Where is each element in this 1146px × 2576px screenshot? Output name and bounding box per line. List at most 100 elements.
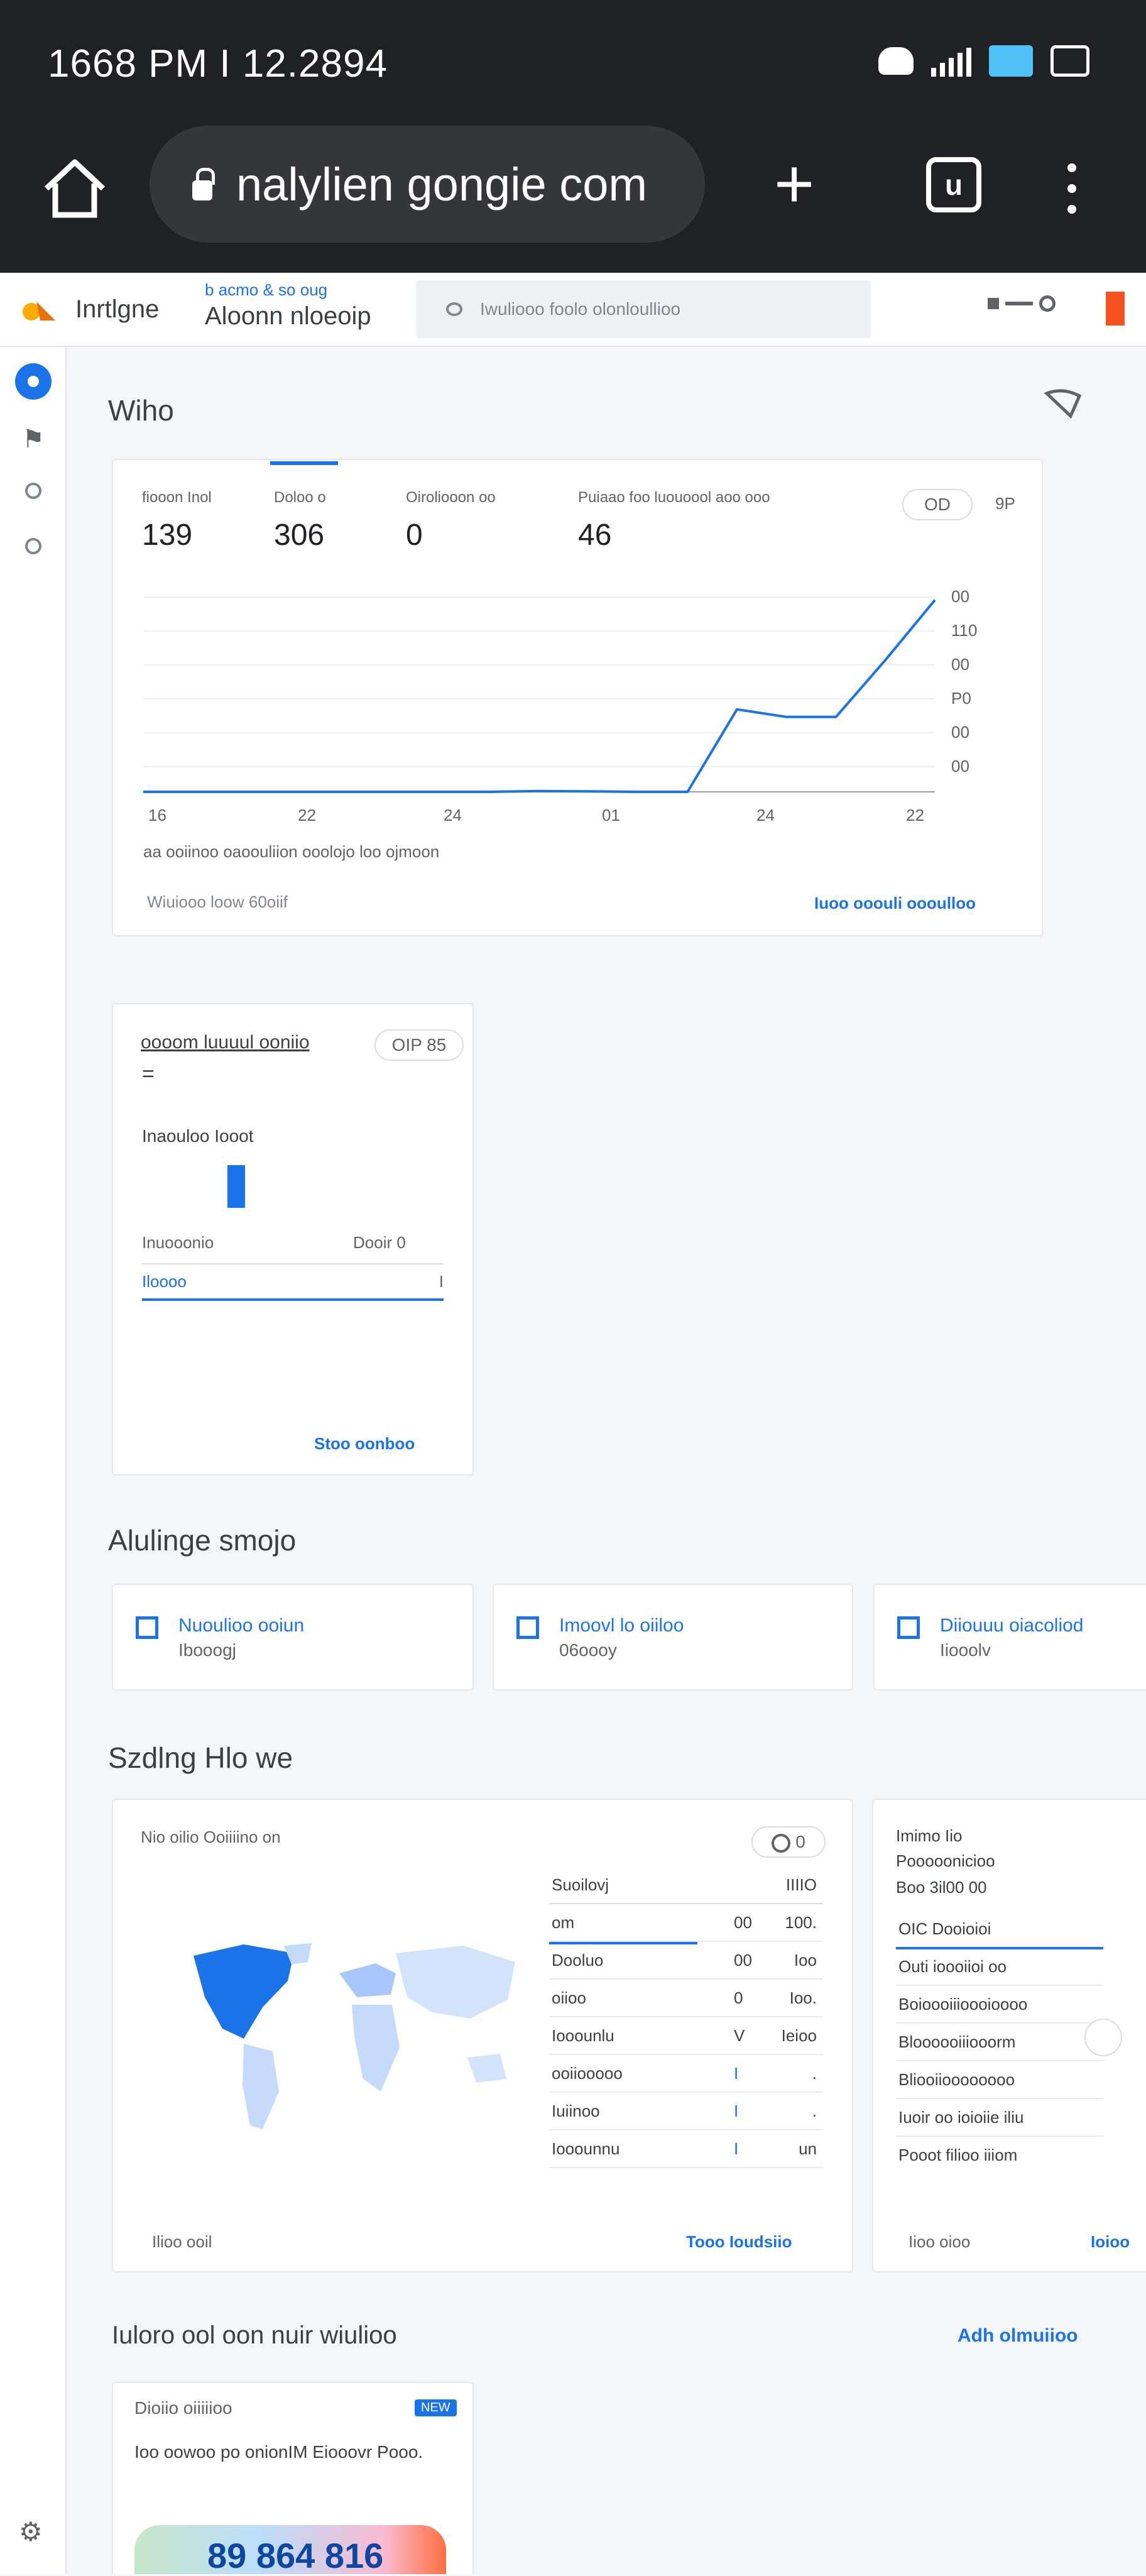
quick-access-card-2[interactable]: Imoovl lo oiiloo 06oooy (493, 1584, 853, 1691)
realtime-row-left: Inuooonio (142, 1233, 214, 1252)
side-row[interactable]: Boioooiiioooioooo (896, 1986, 1103, 2024)
realtime-title: oooom luuuul ooniio (141, 1032, 310, 1053)
view-all-insights-link[interactable]: Adh olmuiioo (958, 2325, 1078, 2347)
users-view-link[interactable]: Tooo Ioudsiio (686, 2232, 792, 2252)
chart-caption: aa ooiinoo oaoouliion ooolojo loo ojmoon (143, 842, 440, 861)
nav-advertising[interactable] (15, 528, 52, 564)
realtime-pill[interactable]: OIP 85 (374, 1029, 464, 1061)
left-nav-rail: ⚑ ⚙ (0, 347, 67, 2574)
quick-access-title: Alulinge smojo (108, 1524, 297, 1557)
header-actions[interactable] (988, 295, 1056, 312)
realtime-row-right: Dooir 0 (353, 1233, 406, 1252)
nav-explore[interactable] (15, 473, 52, 509)
carousel-next-button[interactable] (1084, 2019, 1122, 2056)
quick-access-title-3: Diiouuu oiacoliod (940, 1615, 1084, 1636)
new-badge: NEW (415, 2399, 457, 2416)
table-row[interactable]: om 00 100. (549, 1904, 823, 1942)
metric-2[interactable]: Doloo o 306 (274, 489, 326, 552)
home-icon (44, 159, 106, 218)
plus-icon: + (774, 145, 815, 222)
nav-reports[interactable]: ⚑ (15, 421, 52, 458)
side-row[interactable]: Outi ioooiioi oo (896, 1948, 1103, 1986)
metric-label: Puiaao foo luouoool aoo ooo (578, 489, 770, 506)
side-footer-left[interactable]: Iioo oioo (909, 2232, 970, 2252)
metric-3[interactable]: Oiroliooon oo 0 (406, 489, 496, 552)
account-avatar[interactable] (1106, 292, 1125, 326)
notification-icon (878, 47, 914, 75)
x-tick: 01 (602, 806, 620, 825)
x-tick: 24 (756, 806, 775, 825)
quick-access-subtitle-1: Ibooogj (178, 1640, 236, 1660)
metric-label: fiooon Inol (142, 489, 212, 506)
realtime-link[interactable]: Stoo oonboo (314, 1434, 415, 1454)
metric-value: 0 (406, 518, 423, 552)
report-icon (516, 1616, 539, 1639)
insights-icon[interactable] (1043, 387, 1083, 421)
app-header: Inrtlgne b acmo & so oug Aloonn nloeoip … (0, 273, 1146, 347)
table-row[interactable]: ooiiooooo I. (549, 2055, 823, 2093)
status-bar: 1668 PM I 12.2894 (0, 0, 1146, 126)
y-tick: 00 (951, 587, 969, 606)
search-input[interactable]: Iwuliooo foolo olonloullioo (416, 280, 871, 338)
overview-line-chart (143, 596, 936, 793)
browser-menu-button[interactable] (1064, 163, 1079, 214)
nav-home[interactable] (15, 363, 52, 400)
flag-icon: ⚑ (22, 425, 45, 453)
users-table-header: Suoilovj IIIIO (549, 1866, 823, 1904)
insight-card-title: Dioiio oiiiiioo (134, 2398, 232, 2418)
realtime-bar (227, 1165, 245, 1208)
realtime-row2-left: Iloooo (142, 1272, 187, 1291)
battery-icon (1050, 45, 1089, 77)
toggle-icon (772, 1833, 791, 1853)
tab-switcher-button[interactable]: u (926, 157, 981, 212)
realtime-row-2[interactable]: Iloooo I (142, 1263, 444, 1301)
side-row[interactable]: Pooot filioo iiiom (896, 2137, 1103, 2173)
table-row[interactable]: Iooounnu Iun (549, 2130, 823, 2168)
quick-access-card-3[interactable]: Diiouuu oiacoliod Iiooolv (873, 1584, 1146, 1691)
table-row[interactable]: oiioo 0 Ioo. (549, 1980, 823, 2017)
metric-4[interactable]: Puiaao foo luouoool aoo ooo 46 (578, 489, 770, 552)
app-logo-icon (23, 302, 55, 321)
status-time: 1668 PM I 12.2894 (48, 42, 388, 85)
metric-label: Doloo o (274, 489, 326, 506)
compare-label: 9P (995, 494, 1015, 513)
side-footer-link[interactable]: Ioioo (1091, 2232, 1130, 2252)
users-card-pill[interactable]: 0 (751, 1826, 826, 1858)
apps-icon (988, 298, 999, 309)
quick-access-title-1: Nuoulioo ooiun (178, 1615, 305, 1636)
overview-title: Wiho (108, 394, 174, 427)
home-button[interactable] (40, 155, 109, 224)
overview-footer-left[interactable]: Wiuiooo loow 60oiif (147, 892, 288, 912)
table-row[interactable]: Iuiinoo I. (549, 2093, 823, 2130)
metric-1[interactable]: fiooon Inol 139 (142, 489, 212, 552)
app-name: Inrtlgne (75, 295, 160, 323)
users-footer-left[interactable]: Ilioo ooil (152, 2232, 212, 2252)
account-name: b acmo & so oug (205, 280, 328, 299)
view-reports-link[interactable]: Iuoo ooouli oooulloo (814, 894, 976, 913)
realtime-bar-label: Inaouloo Iooot (142, 1126, 254, 1146)
metric-value: 306 (274, 518, 325, 552)
signal-icon (931, 45, 971, 77)
side-row[interactable]: Iuoir oo ioioiie iliu (896, 2099, 1103, 2137)
side-row[interactable]: Bloooooiiiooorm (896, 2024, 1103, 2061)
status-icons (878, 45, 1089, 77)
side-row[interactable]: OIC Dooioioi (896, 1910, 1103, 1949)
x-tick: 22 (906, 806, 924, 825)
help-icon (1039, 295, 1056, 312)
address-bar[interactable]: nalylien gongie com (150, 126, 705, 243)
y-tick: P0 (951, 689, 971, 708)
world-map (194, 1943, 515, 2129)
table-row[interactable]: Iooounlu V Ieioo (549, 2017, 823, 2055)
quick-access-card-1[interactable]: Nuoulioo ooiun Ibooogj (112, 1584, 474, 1691)
lock-icon (190, 168, 215, 200)
side-row[interactable]: Bliooiioooooooo (896, 2061, 1103, 2099)
table-row[interactable]: Dooluo 00 Ioo (549, 1942, 823, 1980)
property-selector[interactable]: b acmo & so oug Aloonn nloeoip (205, 280, 412, 343)
metric-label: Oiroliooon oo (406, 489, 496, 506)
report-icon (897, 1616, 920, 1639)
series-line (143, 599, 936, 793)
new-tab-button[interactable]: + (774, 150, 814, 219)
y-tick: 00 (951, 655, 969, 674)
settings-icon[interactable]: ⚙ (19, 2516, 43, 2547)
date-range-pill[interactable]: OD (902, 489, 973, 520)
